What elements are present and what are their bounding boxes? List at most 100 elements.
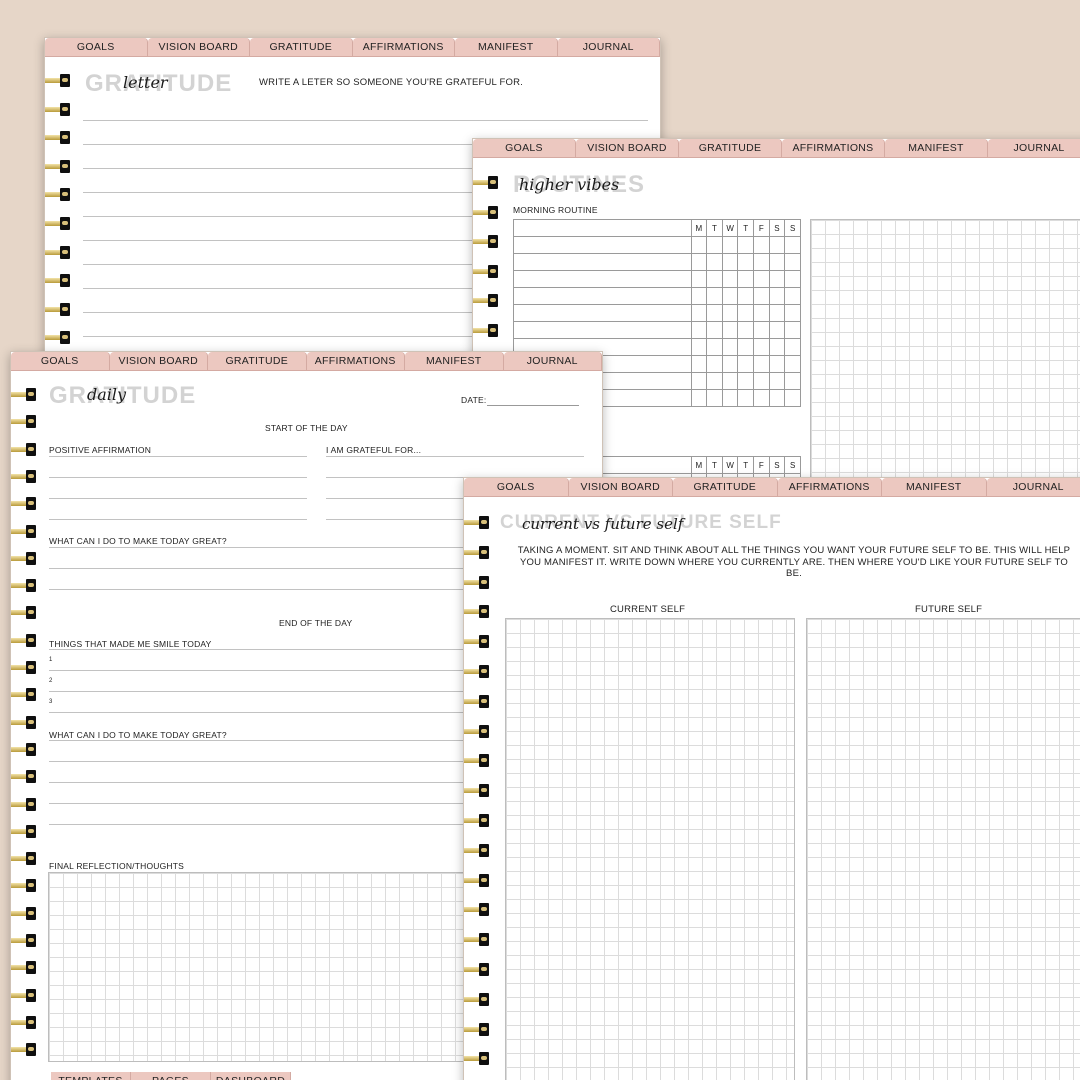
tab-journal[interactable]: JOURNAL (988, 139, 1080, 158)
check-cell[interactable] (721, 389, 739, 407)
check-cell[interactable] (737, 270, 755, 288)
tab-gratitude[interactable]: GRATITUDE (679, 139, 782, 158)
check-cell[interactable] (784, 270, 801, 288)
check-cell[interactable] (706, 270, 723, 288)
check-cell[interactable] (753, 270, 770, 288)
check-cell[interactable] (737, 304, 755, 322)
check-cell[interactable] (706, 287, 723, 305)
check-cell[interactable] (706, 321, 723, 339)
check-cell[interactable] (784, 304, 801, 322)
check-cell[interactable] (753, 321, 770, 339)
date-field[interactable] (487, 405, 579, 406)
writing-line[interactable] (49, 477, 307, 478)
notes-grid[interactable] (810, 219, 1080, 482)
check-cell[interactable] (706, 338, 723, 356)
check-cell[interactable] (768, 372, 786, 390)
tab-affirmations[interactable]: AFFIRMATIONS (352, 38, 455, 57)
check-cell[interactable] (753, 287, 770, 305)
check-cell[interactable] (737, 355, 755, 373)
check-cell[interactable] (721, 321, 739, 339)
tab-dashboard[interactable]: DASHBOARD (211, 1072, 291, 1080)
check-cell[interactable] (690, 372, 708, 390)
tab-vision-board[interactable]: VISION BOARD (568, 478, 673, 497)
check-cell[interactable] (753, 236, 770, 254)
task-cell[interactable] (513, 321, 692, 339)
check-cell[interactable] (784, 287, 801, 305)
tab-affirmations[interactable]: AFFIRMATIONS (306, 352, 405, 371)
future-self-grid[interactable] (806, 618, 1080, 1080)
check-cell[interactable] (690, 304, 708, 322)
check-cell[interactable] (706, 304, 723, 322)
check-cell[interactable] (690, 287, 708, 305)
check-cell[interactable] (721, 372, 739, 390)
check-cell[interactable] (737, 338, 755, 356)
check-cell[interactable] (768, 321, 786, 339)
check-cell[interactable] (721, 338, 739, 356)
task-cell[interactable] (513, 253, 692, 271)
tab-templates[interactable]: TEMPLATES (51, 1072, 131, 1080)
check-cell[interactable] (690, 321, 708, 339)
check-cell[interactable] (784, 338, 801, 356)
writing-line[interactable] (49, 498, 307, 499)
check-cell[interactable] (706, 372, 723, 390)
check-cell[interactable] (784, 389, 801, 407)
check-cell[interactable] (753, 304, 770, 322)
check-cell[interactable] (784, 236, 801, 254)
check-cell[interactable] (690, 355, 708, 373)
check-cell[interactable] (737, 321, 755, 339)
check-cell[interactable] (690, 236, 708, 254)
tab-gratitude[interactable]: GRATITUDE (208, 352, 307, 371)
check-cell[interactable] (706, 253, 723, 271)
check-cell[interactable] (721, 304, 739, 322)
writing-line[interactable] (49, 456, 307, 457)
check-cell[interactable] (768, 253, 786, 271)
check-cell[interactable] (721, 270, 739, 288)
tab-pages[interactable]: PAGES (131, 1072, 211, 1080)
tab-journal[interactable]: JOURNAL (503, 352, 602, 371)
tab-journal[interactable]: JOURNAL (557, 38, 660, 57)
check-cell[interactable] (737, 287, 755, 305)
tab-manifest[interactable]: MANIFEST (455, 38, 558, 57)
tab-manifest[interactable]: MANIFEST (405, 352, 504, 371)
check-cell[interactable] (721, 253, 739, 271)
check-cell[interactable] (768, 355, 786, 373)
check-cell[interactable] (737, 389, 755, 407)
check-cell[interactable] (768, 236, 786, 254)
check-cell[interactable] (690, 338, 708, 356)
check-cell[interactable] (753, 389, 770, 407)
check-cell[interactable] (784, 355, 801, 373)
check-cell[interactable] (768, 389, 786, 407)
tab-gratitude[interactable]: GRATITUDE (250, 38, 353, 57)
check-cell[interactable] (753, 338, 770, 356)
tab-vision-board[interactable]: VISION BOARD (576, 139, 679, 158)
check-cell[interactable] (768, 304, 786, 322)
check-cell[interactable] (706, 236, 723, 254)
check-cell[interactable] (768, 338, 786, 356)
current-self-grid[interactable] (505, 618, 795, 1080)
writing-line[interactable] (83, 120, 648, 121)
check-cell[interactable] (690, 270, 708, 288)
task-cell[interactable] (513, 270, 692, 288)
check-cell[interactable] (784, 321, 801, 339)
tab-manifest[interactable]: MANIFEST (885, 139, 988, 158)
check-cell[interactable] (706, 389, 723, 407)
tab-gratitude[interactable]: GRATITUDE (673, 478, 778, 497)
writing-line[interactable] (326, 456, 584, 457)
check-cell[interactable] (737, 372, 755, 390)
check-cell[interactable] (768, 270, 786, 288)
check-cell[interactable] (690, 389, 708, 407)
check-cell[interactable] (721, 236, 739, 254)
check-cell[interactable] (753, 253, 770, 271)
task-cell[interactable] (513, 304, 692, 322)
check-cell[interactable] (768, 287, 786, 305)
check-cell[interactable] (753, 355, 770, 373)
tab-manifest[interactable]: MANIFEST (882, 478, 987, 497)
check-cell[interactable] (721, 355, 739, 373)
check-cell[interactable] (737, 236, 755, 254)
check-cell[interactable] (784, 372, 801, 390)
tab-affirmations[interactable]: AFFIRMATIONS (782, 139, 885, 158)
check-cell[interactable] (737, 253, 755, 271)
writing-line[interactable] (49, 519, 307, 520)
check-cell[interactable] (784, 253, 801, 271)
tab-affirmations[interactable]: AFFIRMATIONS (777, 478, 882, 497)
